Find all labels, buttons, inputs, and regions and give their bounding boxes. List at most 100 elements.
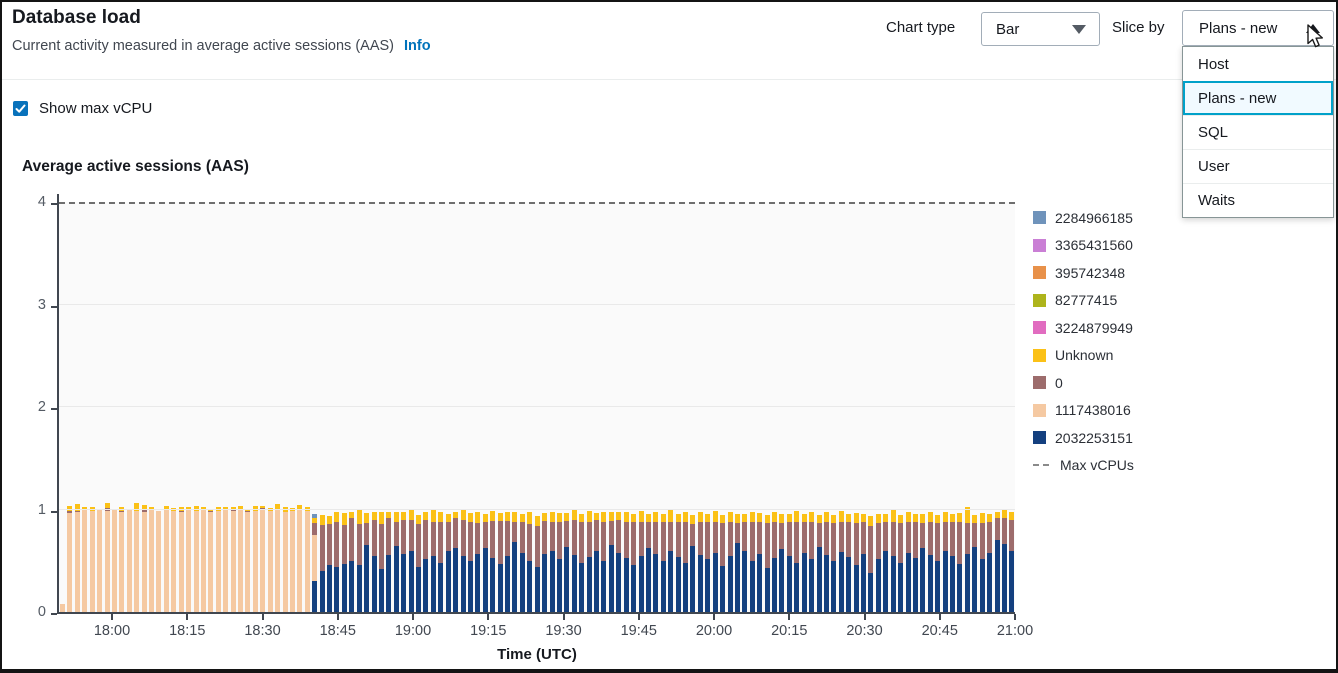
bar: [505, 512, 510, 612]
x-tick-mark: [111, 614, 113, 620]
menu-item-waits[interactable]: Waits: [1183, 183, 1333, 217]
bar-segment-Unknown: [817, 515, 822, 523]
bar-segment-Unknown: [327, 516, 332, 524]
bar-segment-0: [653, 522, 658, 554]
bar-segment-Unknown: [357, 510, 362, 524]
bar-segment-0: [616, 520, 621, 553]
bar: [201, 507, 206, 612]
x-tick-label: 20:45: [905, 623, 975, 639]
chart-type-select[interactable]: Bar: [981, 12, 1100, 46]
bar: [698, 512, 703, 612]
menu-item-user[interactable]: User: [1183, 149, 1333, 183]
bar-segment-0: [572, 520, 577, 555]
y-tick-label: 2: [2, 399, 46, 415]
bar-segment-1117438016: [112, 510, 117, 613]
bar: [461, 510, 466, 613]
bar: [260, 506, 265, 612]
bar: [453, 512, 458, 612]
bar-segment-0: [468, 522, 473, 561]
bar-segment-1117438016: [312, 535, 317, 581]
bar-segment-0: [1002, 518, 1007, 545]
x-tick-mark: [487, 614, 489, 620]
bar-segment-0: [891, 522, 896, 556]
legend-item: 82777415: [1033, 287, 1134, 315]
bar-segment-0: [757, 522, 762, 554]
bar: [587, 511, 592, 612]
bar-segment-Unknown: [475, 512, 480, 523]
show-max-vcpu-checkbox[interactable]: [13, 101, 28, 116]
bar-segment-0: [920, 523, 925, 549]
bar-segment-2032253151: [364, 545, 369, 612]
bar-segment-0: [334, 522, 339, 567]
bar-segment-Unknown: [935, 515, 940, 523]
bar-segment-2032253151: [861, 554, 866, 612]
bar: [379, 512, 384, 612]
bar-segment-Unknown: [646, 514, 651, 522]
bar: [231, 507, 236, 612]
menu-item-plans-new[interactable]: Plans - new: [1183, 81, 1333, 115]
legend-label: 3365431560: [1055, 237, 1133, 253]
bar: [1002, 510, 1007, 612]
bar-segment-0: [1009, 520, 1014, 551]
bar-segment-2032253151: [868, 573, 873, 612]
bar-segment-0: [379, 524, 384, 569]
y-tick-mark: [51, 408, 57, 410]
bar-segment-Unknown: [957, 513, 962, 522]
bar-segment-2032253151: [453, 548, 458, 612]
bar-segment-1117438016: [238, 510, 243, 613]
bar: [742, 514, 747, 612]
bar-segment-2032253151: [639, 556, 644, 612]
bar-segment-Unknown: [639, 511, 644, 522]
bar-segment-0: [750, 522, 755, 561]
bar-segment-Unknown: [861, 514, 866, 522]
bar-segment-2032253151: [920, 548, 925, 612]
bar: [134, 503, 139, 612]
bar-segment-0: [520, 522, 525, 553]
bar-segment-2032253151: [475, 554, 480, 612]
bar-segment-2032253151: [535, 567, 540, 612]
legend-item: 3224879949: [1033, 314, 1134, 342]
legend-label: 0: [1055, 375, 1063, 391]
bar-segment-2032253151: [913, 558, 918, 612]
bar-segment-2032253151: [438, 563, 443, 612]
bar-segment-1117438016: [119, 512, 124, 612]
bar-segment-Unknown: [394, 512, 399, 522]
bar-segment-2032253151: [720, 566, 725, 612]
bar-segment-Unknown: [1002, 510, 1007, 518]
chart-plot-area[interactable]: [57, 202, 1015, 614]
bar-segment-Unknown: [542, 513, 547, 521]
bar-segment-0: [883, 522, 888, 551]
bar-segment-2032253151: [891, 556, 896, 612]
bar-segment-0: [312, 523, 317, 535]
bar-segment-2032253151: [987, 553, 992, 612]
bar: [342, 513, 347, 612]
bar-segment-0: [364, 523, 369, 546]
bar-segment-0: [431, 522, 436, 556]
bar: [283, 507, 288, 612]
bar: [928, 512, 933, 612]
bar: [765, 515, 770, 612]
bar-segment-2032253151: [772, 558, 777, 612]
bar-segment-0: [327, 524, 332, 565]
x-tick-mark: [337, 614, 339, 620]
bar-segment-2032253151: [906, 553, 911, 612]
bar: [268, 508, 273, 612]
menu-item-sql[interactable]: SQL: [1183, 115, 1333, 149]
bar-segment-0: [512, 522, 517, 543]
bar-segment-1117438016: [283, 512, 288, 612]
bar-segment-2032253151: [624, 558, 629, 612]
bar: [802, 514, 807, 612]
bar-segment-Unknown: [564, 513, 569, 521]
bar-segment-1117438016: [186, 510, 191, 613]
x-tick-mark: [788, 614, 790, 620]
bar-segment-2032253151: [839, 552, 844, 612]
page-subtitle-row: Current activity measured in average act…: [12, 38, 431, 54]
info-link[interactable]: Info: [404, 38, 431, 54]
bar-segment-Unknown: [431, 510, 436, 522]
bar-segment-2032253151: [854, 565, 859, 612]
bar: [876, 514, 881, 612]
menu-item-host[interactable]: Host: [1183, 47, 1333, 81]
chevron-down-icon: [1072, 25, 1086, 34]
bar: [105, 503, 110, 612]
bar-segment-1117438016: [223, 510, 228, 613]
